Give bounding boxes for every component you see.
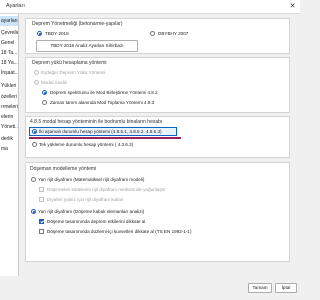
combination-group: 4.8.5 modal hesap yönteminin ile bodruml… [25,116,290,158]
sidebar-item[interactable]: ayarları [0,16,18,26]
settings-content: Deprem Yönetmeliği (betonarme-yapılar) T… [19,14,295,276]
modeling-title: Döşeman modelleme yöntemi [30,166,97,172]
rigid-sub1-checkbox[interactable] [39,187,44,192]
rigid-sub2-checkbox[interactable] [39,197,44,202]
semirigid-sub1-checkbox[interactable] [39,219,44,224]
mode-superposition-radio[interactable] [42,90,47,95]
combination-title: 4.8.5 modal hesap yönteminin ile bodruml… [30,119,163,125]
annotation-underline [29,137,181,139]
sidebar-item[interactable]: Genel [0,38,18,48]
regulation-2007-label: DBYBHY 2007 [158,31,189,36]
semirigid-sub2-checkbox[interactable] [39,229,44,234]
regulation-2018-label: TBDY 2018 [45,31,69,36]
sidebar-item[interactable]: 18 Ta... [0,48,18,58]
dialog-footer: Tamam İptal [0,276,300,300]
sidebar-item[interactable]: rrmeleri [0,102,18,112]
method-group: Deprem yükü hesaplama yöntemi Eşdeğer De… [25,57,290,113]
window-title: Ayarları [6,3,25,9]
two-stage-label: İki aşamalı durumlu hesap yöntemi (4.8.5… [39,129,162,134]
time-history-radio[interactable] [42,100,47,105]
mode-superposition-label: Deprem spektrumu ile Mod Birleştirme Yön… [50,90,158,95]
sidebar-item[interactable]: derlik [0,134,18,144]
sidebar-item[interactable]: elerin [0,112,18,122]
analysis-wizard-button[interactable]: TBDY 2018 Analiz Ayarları Sihirbazı [36,40,138,52]
cancel-button[interactable]: İptal [275,283,297,293]
modal-label: Modal Analiz [41,80,68,85]
regulation-group: Deprem Yönetmeliği (betonarme-yapılar) T… [25,18,290,54]
semirigid-sub1-label: Döşeme tasarımında deprem etkilerini dik… [47,219,146,224]
rigid-radio[interactable] [31,177,36,182]
modeling-group: Döşeman modelleme yöntemi Yarı rijit diy… [25,162,290,262]
single-stage-label: Tek yükleme durumlu hesap yöntemi ( 4.3.… [39,142,134,147]
sidebar-item[interactable]: Yükleri [0,81,18,91]
regulation-2018-radio[interactable] [37,31,42,36]
sidebar-item[interactable]: 18 Ya... [0,58,18,68]
modal-radio[interactable] [34,80,39,85]
two-stage-radio[interactable] [32,129,37,134]
eq-load-label: Eşdeğer Deprem Yükü Yöntemi [41,70,106,75]
rigid-label: Yarı rijit diyafram (Matematiksel rijit … [38,177,145,182]
rigid-sub2-label: Diyaferi yalnız için rijit diyafram kull… [47,197,124,202]
close-icon[interactable]: ✕ [287,1,298,12]
sidebar-item[interactable]: ma [0,144,18,154]
ok-button[interactable]: Tamam [248,283,272,293]
eq-load-radio[interactable] [34,70,39,75]
title-bar: Ayarları ✕ [0,0,300,14]
sidebar-item[interactable]: İnşaat... [0,68,18,78]
method-title: Deprem yükü hesaplama yöntemi [32,60,107,66]
rigid-sub1-label: Döşemeleri kütlelerini rijit diyafram me… [47,187,166,192]
settings-sidebar: ayarları Çevrelleri Genel 18 Ta... 18 Ya… [0,14,19,300]
time-history-label: Zaman tanım alanında Mod Toplama Yöntemi… [50,100,155,105]
sidebar-item[interactable]: Çevrelleri [0,28,18,38]
semirigid-sub2-label: Döşeme tasarımında düzlemi-içi kuvvetler… [47,229,192,234]
regulation-2007-radio[interactable] [150,31,155,36]
single-stage-radio[interactable] [32,142,37,147]
sidebar-item[interactable]: Yöneti... [0,122,18,132]
regulation-title: Deprem Yönetmeliği (betonarme-yapılar) [32,21,123,27]
sidebar-item[interactable]: özelleri [0,92,18,102]
semirigid-label: Yarı rijit diyafram (Döşeme kabuk eleman… [38,209,145,214]
semirigid-radio[interactable] [31,209,36,214]
